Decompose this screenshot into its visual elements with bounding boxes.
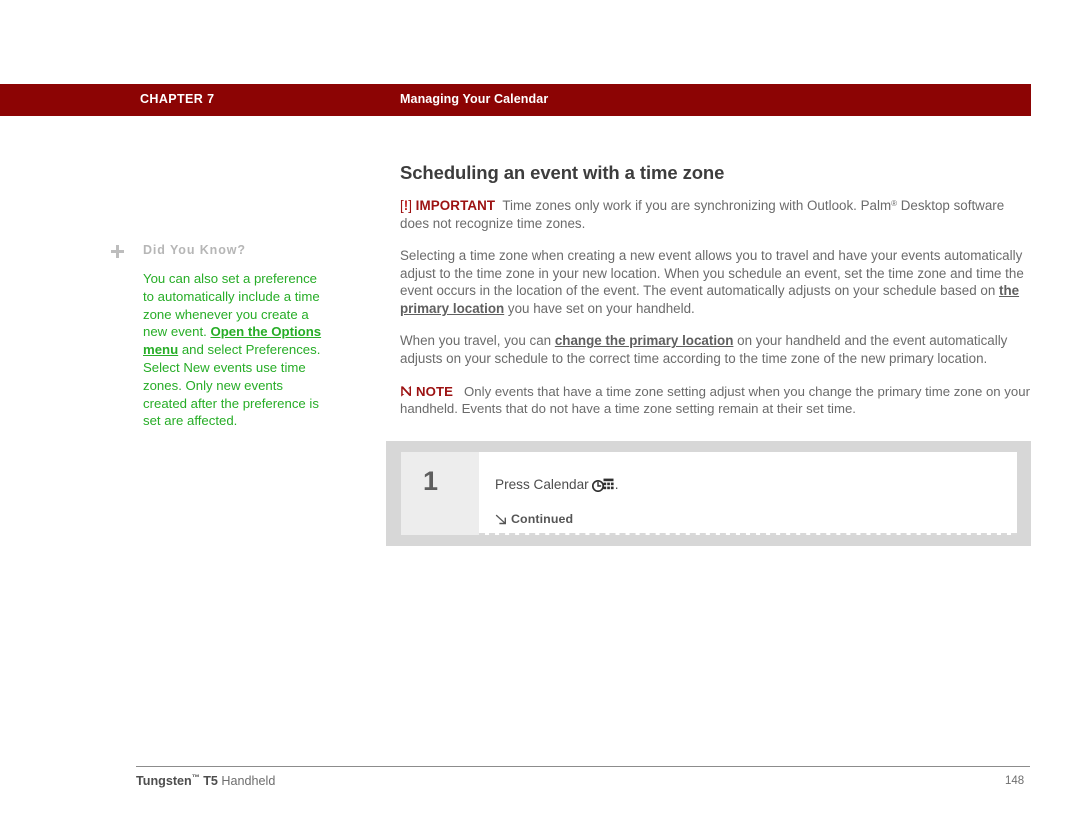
paragraph-travel: When you travel, you can change the prim… xyxy=(400,332,1030,367)
paragraph1-before-link: Selecting a time zone when creating a ne… xyxy=(400,248,1024,299)
did-you-know-sidebar: Did You Know? You can also set a prefere… xyxy=(111,243,326,430)
continued-label: Continued xyxy=(511,512,574,526)
paragraph1-after-link: you have set on your handheld. xyxy=(504,300,695,316)
footer-brand: Tungsten xyxy=(136,774,192,788)
change-primary-location-link[interactable]: change the primary location xyxy=(555,333,734,348)
page-title: Scheduling an event with a time zone xyxy=(400,162,725,183)
step-number-cell: 1 xyxy=(401,452,479,535)
footer-model: T5 xyxy=(199,774,218,788)
step-instruction-prefix: Press Calendar xyxy=(495,477,589,492)
page-number: 148 xyxy=(1005,775,1025,787)
important-callout: [!] IMPORTANT Time zones only work if yo… xyxy=(400,195,1030,232)
important-label: IMPORTANT xyxy=(415,198,496,213)
step-number: 1 xyxy=(423,466,439,496)
note-callout: NOTE Only events that have a time zone s… xyxy=(400,383,1030,418)
sidebar-title: Did You Know? xyxy=(143,243,246,257)
important-text-part1: Time zones only work if you are synchron… xyxy=(502,198,892,213)
note-label: NOTE xyxy=(416,383,454,399)
footer-product-label: Tungsten™ T5 Handheld xyxy=(136,773,275,788)
calendar-button-icon xyxy=(591,478,614,495)
header-chapter-label: CHAPTER 7 xyxy=(140,92,215,106)
footer-product: Handheld xyxy=(217,774,276,788)
sidebar-body-text: You can also set a preference to automat… xyxy=(143,270,326,430)
continued-marker: Continued xyxy=(495,512,573,526)
step-instruction: Press Calendar . xyxy=(495,477,618,495)
plus-icon xyxy=(111,245,124,258)
step-box: 1 Press Calendar . Continued xyxy=(386,441,1031,546)
trademark-icon: ™ xyxy=(191,773,200,782)
bracket-close: ] xyxy=(408,198,412,213)
paragraph2-before-link: When you travel, you can xyxy=(400,333,555,349)
note-text: Only events that have a time zone settin… xyxy=(400,383,1030,416)
note-arrow-icon xyxy=(400,385,413,398)
sidebar-header: Did You Know? xyxy=(111,243,326,263)
footer-divider xyxy=(136,766,1030,767)
header-section-label: Managing Your Calendar xyxy=(400,92,549,106)
main-content: Scheduling an event with a time zone [!]… xyxy=(400,162,1030,431)
arrow-down-right-icon xyxy=(495,513,507,525)
step-content-panel: Press Calendar . Continued xyxy=(479,452,1017,535)
paragraph-time-zone-overview: Selecting a time zone when creating a ne… xyxy=(400,247,1030,317)
step-instruction-suffix: . xyxy=(614,477,619,492)
